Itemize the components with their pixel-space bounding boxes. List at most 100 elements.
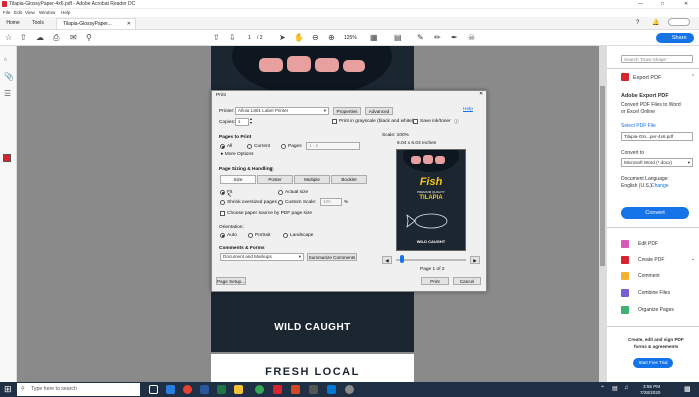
cursor-icon[interactable]: ➤ xyxy=(279,33,286,42)
highlight-icon[interactable]: ✏ xyxy=(434,33,441,42)
pages-range-input[interactable]: 1 - 2 xyxy=(306,142,360,150)
page-thumbnails-icon[interactable]: ▫ xyxy=(4,55,7,64)
info-icon[interactable]: ⓘ xyxy=(454,118,459,125)
expand-panel-icon[interactable] xyxy=(3,154,11,162)
comments-select[interactable]: Document and Markups ▾ xyxy=(220,253,304,261)
actual-size-radio[interactable] xyxy=(278,190,283,195)
close-icon[interactable]: ✕ xyxy=(684,1,688,7)
tab-document[interactable]: Tilapia-GlossyPaper... ✕ xyxy=(56,18,136,29)
close-tab-icon[interactable]: ✕ xyxy=(127,21,131,27)
cancel-button[interactable]: Cancel xyxy=(453,277,481,285)
pages-all-radio[interactable] xyxy=(220,144,225,149)
shrink-radio[interactable] xyxy=(220,200,225,205)
taskbar-search-input[interactable]: ⚲ Type here to search xyxy=(17,383,140,396)
grayscale-checkbox[interactable] xyxy=(332,119,337,124)
poster-button[interactable]: Poster xyxy=(257,175,293,184)
tab-home[interactable]: Home xyxy=(2,18,24,29)
print-icon[interactable]: ⎙ xyxy=(53,33,59,42)
tool-edit-pdf[interactable]: Edit PDF xyxy=(638,241,658,247)
tool-create-pdf[interactable]: Create PDF xyxy=(638,257,664,263)
layers-icon[interactable]: ☰ xyxy=(4,89,11,98)
scroll-mode-icon[interactable]: ▤ xyxy=(394,33,402,42)
more-options-toggle[interactable]: ▸ More Options xyxy=(221,152,254,157)
system-tray-chevron-icon[interactable]: ⌃ xyxy=(600,385,605,392)
print-button[interactable]: Print xyxy=(421,277,449,285)
page-fit-icon[interactable]: ▦ xyxy=(370,33,378,42)
convert-to-select[interactable]: Microsoft Word (*.docx) ▾ xyxy=(621,158,693,167)
properties-button[interactable]: Properties xyxy=(333,107,361,115)
tool-combine-files[interactable]: Combine Files xyxy=(638,290,670,296)
orientation-landscape-radio[interactable] xyxy=(283,233,288,238)
menu-view[interactable]: View xyxy=(25,10,35,15)
multiple-button[interactable]: Multiple xyxy=(294,175,330,184)
document-scrollbar[interactable] xyxy=(599,46,606,382)
tool-organize-pages[interactable]: Organize Pages xyxy=(638,307,674,313)
save-ink-checkbox[interactable] xyxy=(413,119,418,124)
minimize-icon[interactable]: — xyxy=(638,1,643,7)
tool-search-input[interactable]: Search 'Draw Shape' xyxy=(621,55,693,63)
windows-start-icon[interactable]: ⊞ xyxy=(4,385,13,394)
search-icon[interactable]: ⚲ xyxy=(86,33,92,42)
preview-next-button[interactable]: ▶ xyxy=(470,256,480,264)
volume-icon[interactable]: ♫ xyxy=(624,385,629,391)
select-pdf-label[interactable]: Select PDF File xyxy=(621,123,656,129)
menu-edit[interactable]: Edit xyxy=(14,10,22,15)
draw-icon[interactable]: ✒ xyxy=(451,33,458,42)
help-icon[interactable]: ? xyxy=(636,20,639,26)
clock-time[interactable]: 3:55 PM xyxy=(643,384,660,389)
export-pdf-header[interactable]: Export PDF xyxy=(633,75,661,81)
comment-icon[interactable]: ✎ xyxy=(417,33,424,42)
free-trial-button[interactable]: Start Free Trial xyxy=(633,358,673,368)
booklet-button[interactable]: Booklet xyxy=(331,175,367,184)
app-icon-generic[interactable] xyxy=(345,385,354,394)
cloud-icon[interactable]: ☁ xyxy=(36,33,44,42)
excel-icon[interactable] xyxy=(217,385,226,394)
preview-slider[interactable] xyxy=(396,259,466,261)
network-icon[interactable]: ▤ xyxy=(612,385,618,392)
menu-file[interactable]: File xyxy=(3,10,10,15)
orientation-portrait-radio[interactable] xyxy=(248,233,253,238)
clock-date[interactable]: 7/28/2020 xyxy=(640,390,660,395)
edge-icon[interactable] xyxy=(166,385,175,394)
dialog-close-icon[interactable]: ✕ xyxy=(479,92,483,97)
bell-icon[interactable]: 🔔 xyxy=(652,19,659,26)
preview-slider-thumb[interactable] xyxy=(400,255,404,263)
expand-icon[interactable]: ⌄ xyxy=(691,256,695,262)
notifications-icon[interactable]: ▩ xyxy=(684,385,691,393)
chrome-icon-2[interactable] xyxy=(255,385,264,394)
orientation-auto-radio[interactable] xyxy=(220,233,225,238)
menu-help[interactable]: Help xyxy=(61,10,70,15)
change-language-link[interactable]: Change xyxy=(651,183,669,189)
acrobat-icon[interactable] xyxy=(273,385,282,394)
hand-icon[interactable]: ✋ xyxy=(294,33,304,42)
custom-scale-radio[interactable] xyxy=(278,200,283,205)
preview-prev-button[interactable]: ◀ xyxy=(382,256,392,264)
paper-source-checkbox[interactable] xyxy=(220,211,225,216)
mail-app-icon[interactable] xyxy=(327,385,336,394)
pages-current-radio[interactable] xyxy=(247,144,252,149)
attachments-icon[interactable]: 📎 xyxy=(4,72,14,81)
task-view-icon[interactable] xyxy=(149,385,158,394)
convert-button[interactable]: Convert xyxy=(621,207,689,219)
menu-window[interactable]: Window xyxy=(39,10,55,15)
advanced-button[interactable]: Advanced xyxy=(365,107,393,115)
copies-input[interactable]: 1 xyxy=(235,118,249,126)
word-icon[interactable] xyxy=(200,385,209,394)
printer-select[interactable]: Afinia L801 Label Printer ▾ xyxy=(235,107,329,115)
sizing-info-icon[interactable]: ⓘ xyxy=(269,166,274,173)
pages-range-radio[interactable] xyxy=(281,144,286,149)
file-name-field[interactable]: Tilapia-Glo...per-4x6.pdf xyxy=(621,132,693,141)
page-down-icon[interactable]: ⇩ xyxy=(229,33,236,42)
help-link[interactable]: Help xyxy=(463,107,473,112)
zoom-value[interactable]: 125% xyxy=(344,35,357,41)
sign-icon[interactable]: ☠ xyxy=(468,33,475,42)
zoom-in-icon[interactable]: ⊕ xyxy=(328,33,335,42)
chrome-icon[interactable] xyxy=(183,385,192,394)
file-explorer-icon[interactable] xyxy=(234,385,243,394)
signin-button[interactable] xyxy=(668,18,690,26)
tab-tools[interactable]: Tools xyxy=(28,18,48,29)
mail-icon[interactable]: ✉ xyxy=(70,33,77,42)
page-setup-button[interactable]: Page Setup... xyxy=(216,277,246,285)
collapse-icon[interactable]: ⌃ xyxy=(691,74,695,80)
scroll-thumb[interactable] xyxy=(600,86,605,266)
